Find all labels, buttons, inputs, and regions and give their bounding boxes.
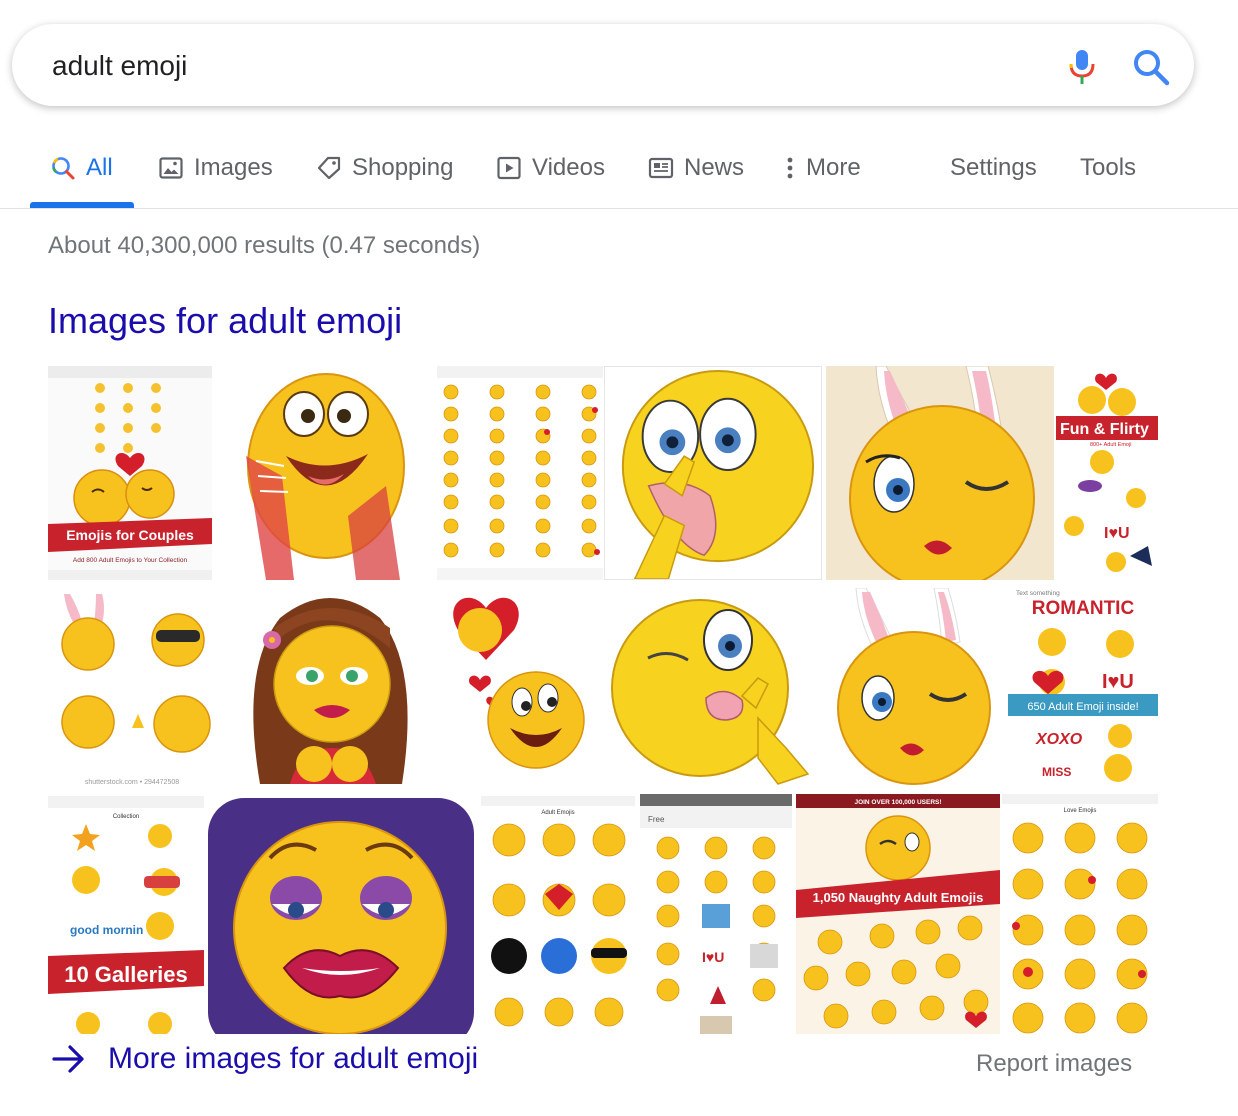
image-thumbnail-love-emojis[interactable]: Love Emojis xyxy=(1002,794,1158,1034)
more-images-label: More images for adult emoji xyxy=(108,1042,479,1075)
image-thumbnail-emoji-brunette[interactable] xyxy=(240,588,418,784)
image-thumbnail-heart-emoji[interactable] xyxy=(440,588,606,788)
images-heading[interactable]: Images for adult emoji xyxy=(48,300,402,342)
romantic-text: ROMANTIC xyxy=(1032,598,1135,619)
romantic-banner-text: 650 Adult Emoji inside! xyxy=(1027,701,1138,713)
newspaper-icon xyxy=(648,157,674,179)
image-thumbnail-adult-emojis-app[interactable]: Adult Emojis xyxy=(481,796,635,1034)
image-thumbnail-bunny-wink-2[interactable] xyxy=(826,588,1002,788)
microphone-icon[interactable] xyxy=(1062,46,1102,86)
image-thumbnail-bunny-wink[interactable] xyxy=(826,366,1054,580)
fun-flirty-text: Fun & Flirty xyxy=(1060,421,1149,438)
tab-settings[interactable]: Settings xyxy=(950,148,1037,188)
image-icon xyxy=(159,157,183,179)
gallery-header-text: Collection xyxy=(113,814,139,820)
fun-flirty-sub: 800+ Adult Emoji xyxy=(1090,442,1131,448)
tab-tools[interactable]: Tools xyxy=(1080,148,1136,188)
image-thumbnail-emoji-tongue[interactable] xyxy=(604,366,822,580)
play-icon xyxy=(497,156,521,180)
tab-images-label: Images xyxy=(194,154,273,181)
tab-shopping[interactable]: Shopping xyxy=(316,148,453,188)
tab-news[interactable]: News xyxy=(648,148,744,188)
tab-settings-label: Settings xyxy=(950,154,1037,181)
i-love-u-text-3: I♥U xyxy=(702,949,724,965)
report-images-link[interactable]: Report images xyxy=(976,1050,1132,1078)
tab-shopping-label: Shopping xyxy=(352,154,454,181)
image-thumbnail-galleries[interactable]: Collection good mornin 10 Galleries xyxy=(48,796,204,1034)
image-thumbnail-naughty-emojis[interactable]: JOIN OVER 100,000 USERS! 1,050 Naughty A… xyxy=(796,794,1000,1034)
naughty-banner-text: 1,050 Naughty Adult Emojis xyxy=(813,890,984,905)
search-bar xyxy=(12,24,1194,106)
join-over-text: JOIN OVER 100,000 USERS! xyxy=(854,799,941,806)
tab-tools-label: Tools xyxy=(1080,154,1137,181)
result-stats: About 40,300,000 results (0.47 seconds) xyxy=(48,232,481,259)
tab-all-label: All xyxy=(86,154,113,181)
tab-news-label: News xyxy=(684,154,745,181)
search-tabs: All Images Shopping Videos News More Set… xyxy=(0,130,1238,210)
image-thumbnail-kiss-emoji[interactable] xyxy=(608,588,822,788)
arrow-right-icon xyxy=(52,1045,84,1073)
image-thumbnail-couples[interactable]: Emojis for Couples Add 800 Adult Emojis … xyxy=(48,366,212,580)
galleries-text: 10 Galleries xyxy=(64,962,188,987)
more-vert-icon xyxy=(787,157,793,179)
image-thumbnail-fun-flirty[interactable]: Fun & Flirty 800+ Adult Emoji I♥U xyxy=(1056,366,1158,580)
shutterstock-watermark: shutterstock.com • 294472508 xyxy=(85,779,179,786)
search-icon[interactable] xyxy=(1130,46,1172,88)
tab-more[interactable]: More xyxy=(780,148,861,188)
image-thumbnail-romantic[interactable]: Text something ROMANTIC I♥U 650 Adult Em… xyxy=(1008,588,1158,788)
image-thumbnail-lip-bite-emoji[interactable] xyxy=(206,796,476,1034)
more-images-link[interactable]: More images for adult emoji xyxy=(52,1042,478,1076)
image-thumbnail-emoji-lingerie[interactable] xyxy=(236,366,414,580)
free-header-text: Free xyxy=(648,815,665,824)
tab-videos[interactable]: Videos xyxy=(496,148,605,188)
i-love-u-text: I♥U xyxy=(1104,525,1130,542)
i-love-u-text-2: I♥U xyxy=(1102,671,1134,693)
couples-sub-text: Add 800 Adult Emojis to Your Collection xyxy=(73,557,188,564)
xoxo-text: XOXO xyxy=(1035,731,1083,748)
tab-videos-label: Videos xyxy=(532,154,605,181)
search-input[interactable] xyxy=(50,46,954,86)
miss-text: MISS xyxy=(1042,765,1071,779)
image-thumbnail-emoji-set[interactable]: shutterstock.com • 294472508 xyxy=(48,588,216,788)
image-thumbnail-free-app[interactable]: Free I♥U xyxy=(640,794,792,1034)
good-morning-text: good mornin xyxy=(70,923,143,937)
tab-more-label: More xyxy=(806,154,861,181)
tag-icon xyxy=(317,156,341,180)
tab-images[interactable]: Images xyxy=(158,148,273,188)
love-emojis-header-text: Love Emojis xyxy=(1064,808,1097,814)
tabs-divider xyxy=(0,208,1238,209)
search-icon xyxy=(52,157,75,180)
romantic-top-text: Text something xyxy=(1016,590,1060,597)
tab-all[interactable]: All xyxy=(50,148,113,188)
image-thumbnail-emoji-grid[interactable] xyxy=(437,366,603,580)
couples-banner-text: Emojis for Couples xyxy=(66,527,194,543)
adult-emojis-header-text: Adult Emojis xyxy=(541,810,574,816)
